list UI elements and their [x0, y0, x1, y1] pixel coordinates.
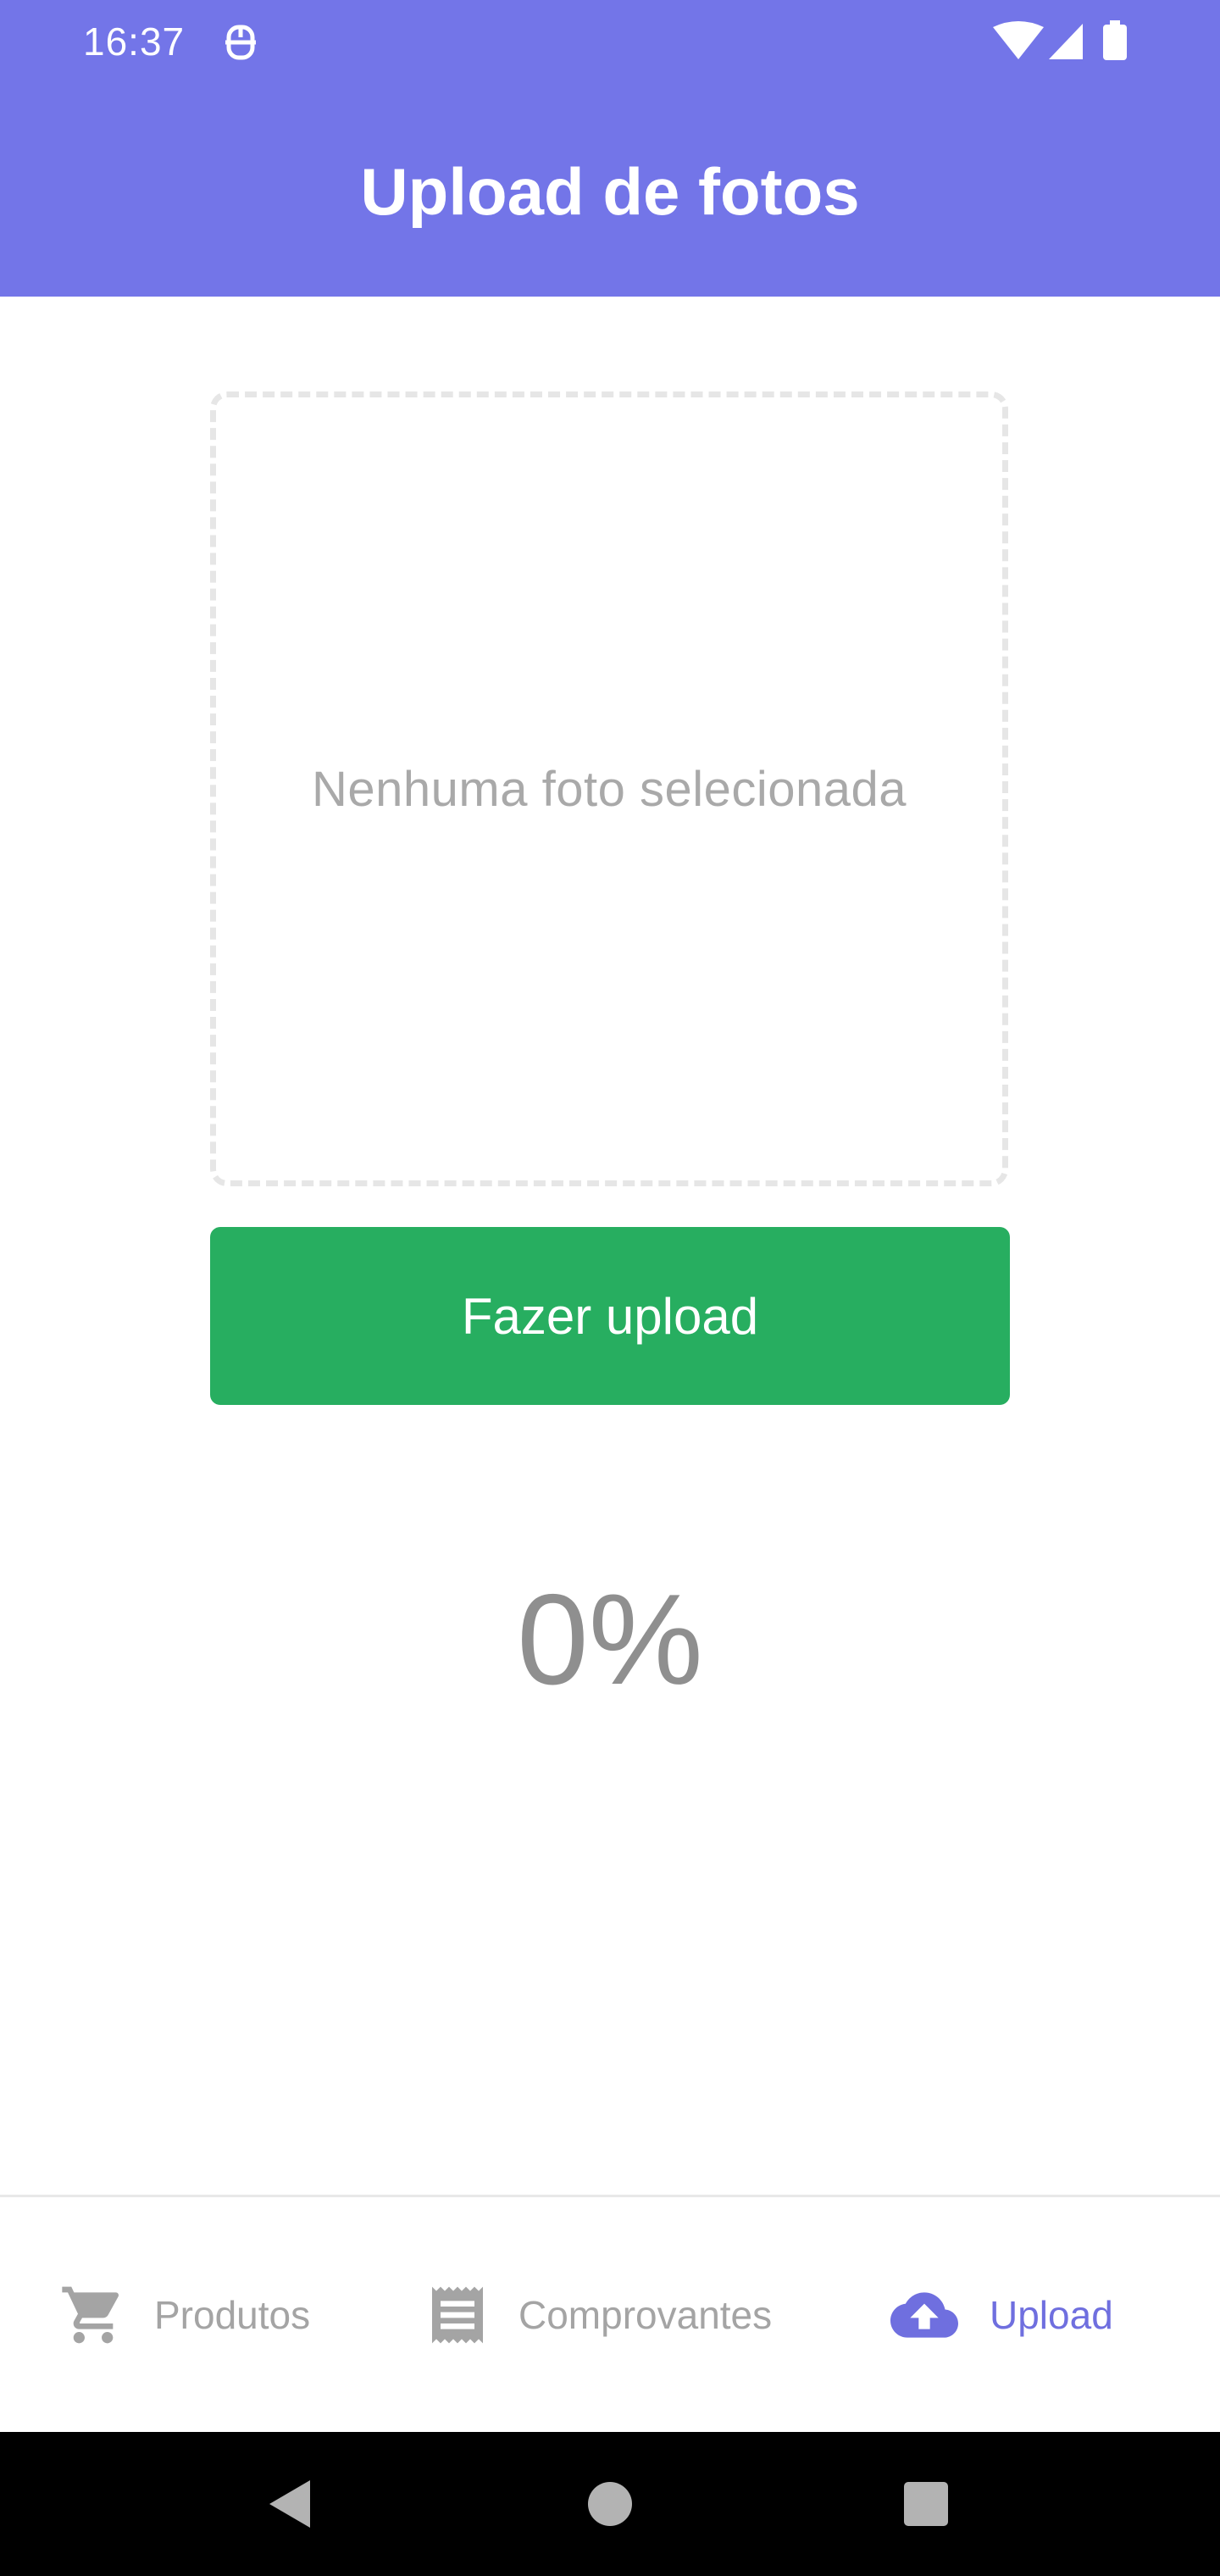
tab-comprovantes[interactable]: Comprovantes: [424, 2197, 772, 2432]
app-header: 16:37 Upload de fotos: [0, 0, 1220, 297]
cell-signal-icon: [1049, 24, 1083, 59]
no-photo-selected-text: Nenhuma foto selecionada: [311, 761, 907, 817]
upload-progress-text: 0%: [517, 1568, 703, 1712]
upload-screen: 16:37 Upload de fotos Nenhuma foto selec…: [0, 0, 1220, 2576]
home-circle-icon[interactable]: [580, 2474, 640, 2534]
photo-picker-area[interactable]: Nenhuma foto selecionada: [210, 391, 1008, 1186]
tab-upload[interactable]: Upload: [886, 2197, 1113, 2432]
back-triangle-icon[interactable]: [260, 2474, 319, 2534]
status-time: 16:37: [83, 19, 186, 64]
system-navigation-bar: [0, 2432, 1220, 2576]
upload-button[interactable]: Fazer upload: [210, 1227, 1010, 1405]
page-title: Upload de fotos: [360, 154, 860, 229]
tab-comprovantes-label: Comprovantes: [518, 2292, 773, 2337]
cloud-upload-icon: [886, 2281, 962, 2349]
shopping-cart-icon: [59, 2281, 127, 2349]
tab-upload-label: Upload: [990, 2292, 1113, 2337]
receipt-icon: [424, 2281, 491, 2349]
tab-produtos[interactable]: Produtos: [59, 2197, 310, 2432]
bottom-tab-bar: Produtos Comprovantes Upload: [0, 2195, 1220, 2432]
tab-produtos-label: Produtos: [154, 2292, 311, 2337]
battery-icon: [1103, 20, 1127, 60]
recent-apps-square-icon[interactable]: [896, 2474, 956, 2534]
status-bar: 16:37: [0, 0, 1220, 85]
wifi-icon: [993, 21, 1044, 59]
keyboard-accessory-icon: [222, 22, 259, 63]
status-icons: [993, 20, 1137, 64]
